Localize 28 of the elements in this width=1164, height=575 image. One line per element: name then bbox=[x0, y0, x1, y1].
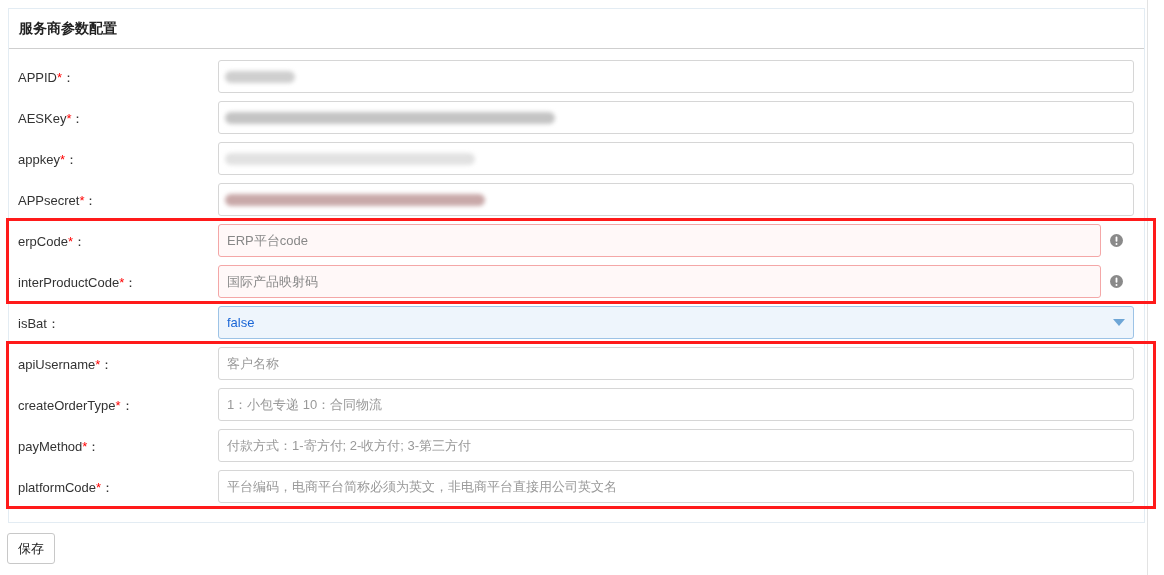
text-field[interactable]: 客户名称 bbox=[218, 347, 1134, 380]
field-label: isBat： bbox=[18, 315, 60, 331]
field-label: APPsecret*： bbox=[18, 192, 98, 208]
field-label: platformCode*： bbox=[18, 479, 115, 495]
text-field[interactable]: ERP平台code bbox=[218, 224, 1101, 257]
text-field[interactable]: 1：小包专递 10：合同物流 bbox=[218, 388, 1134, 421]
warning-icon bbox=[1110, 275, 1123, 288]
text-field[interactable]: 平台编码，电商平台简称必须为英文，非电商平台直接用公司英文名 bbox=[218, 470, 1134, 503]
field-label: APPID*： bbox=[18, 69, 76, 85]
field-label: interProductCode*： bbox=[18, 274, 138, 290]
warning-icon bbox=[1110, 234, 1123, 247]
field-label: AESKey*： bbox=[18, 110, 85, 126]
text-field[interactable]: 国际产品映射码 bbox=[218, 265, 1101, 298]
select-dropdown[interactable]: false bbox=[218, 306, 1134, 339]
text-field[interactable] bbox=[218, 101, 1134, 134]
text-field[interactable] bbox=[218, 183, 1134, 216]
field-label: appkey*： bbox=[18, 151, 78, 167]
text-field[interactable] bbox=[218, 60, 1134, 93]
save-button[interactable]: 保存 bbox=[7, 533, 55, 564]
field-label: apiUsername*： bbox=[18, 356, 114, 372]
text-field[interactable]: 付款方式：1-寄方付; 2-收方付; 3-第三方付 bbox=[218, 429, 1134, 462]
panel-title: 服务商参数配置 bbox=[19, 19, 117, 38]
field-label: erpCode*： bbox=[18, 233, 86, 249]
field-label: payMethod*： bbox=[18, 438, 101, 454]
field-label: createOrderType*： bbox=[18, 397, 134, 413]
text-field[interactable] bbox=[218, 142, 1134, 175]
caret-icon bbox=[1113, 319, 1125, 326]
blurred-value-drawing bbox=[225, 70, 295, 83]
